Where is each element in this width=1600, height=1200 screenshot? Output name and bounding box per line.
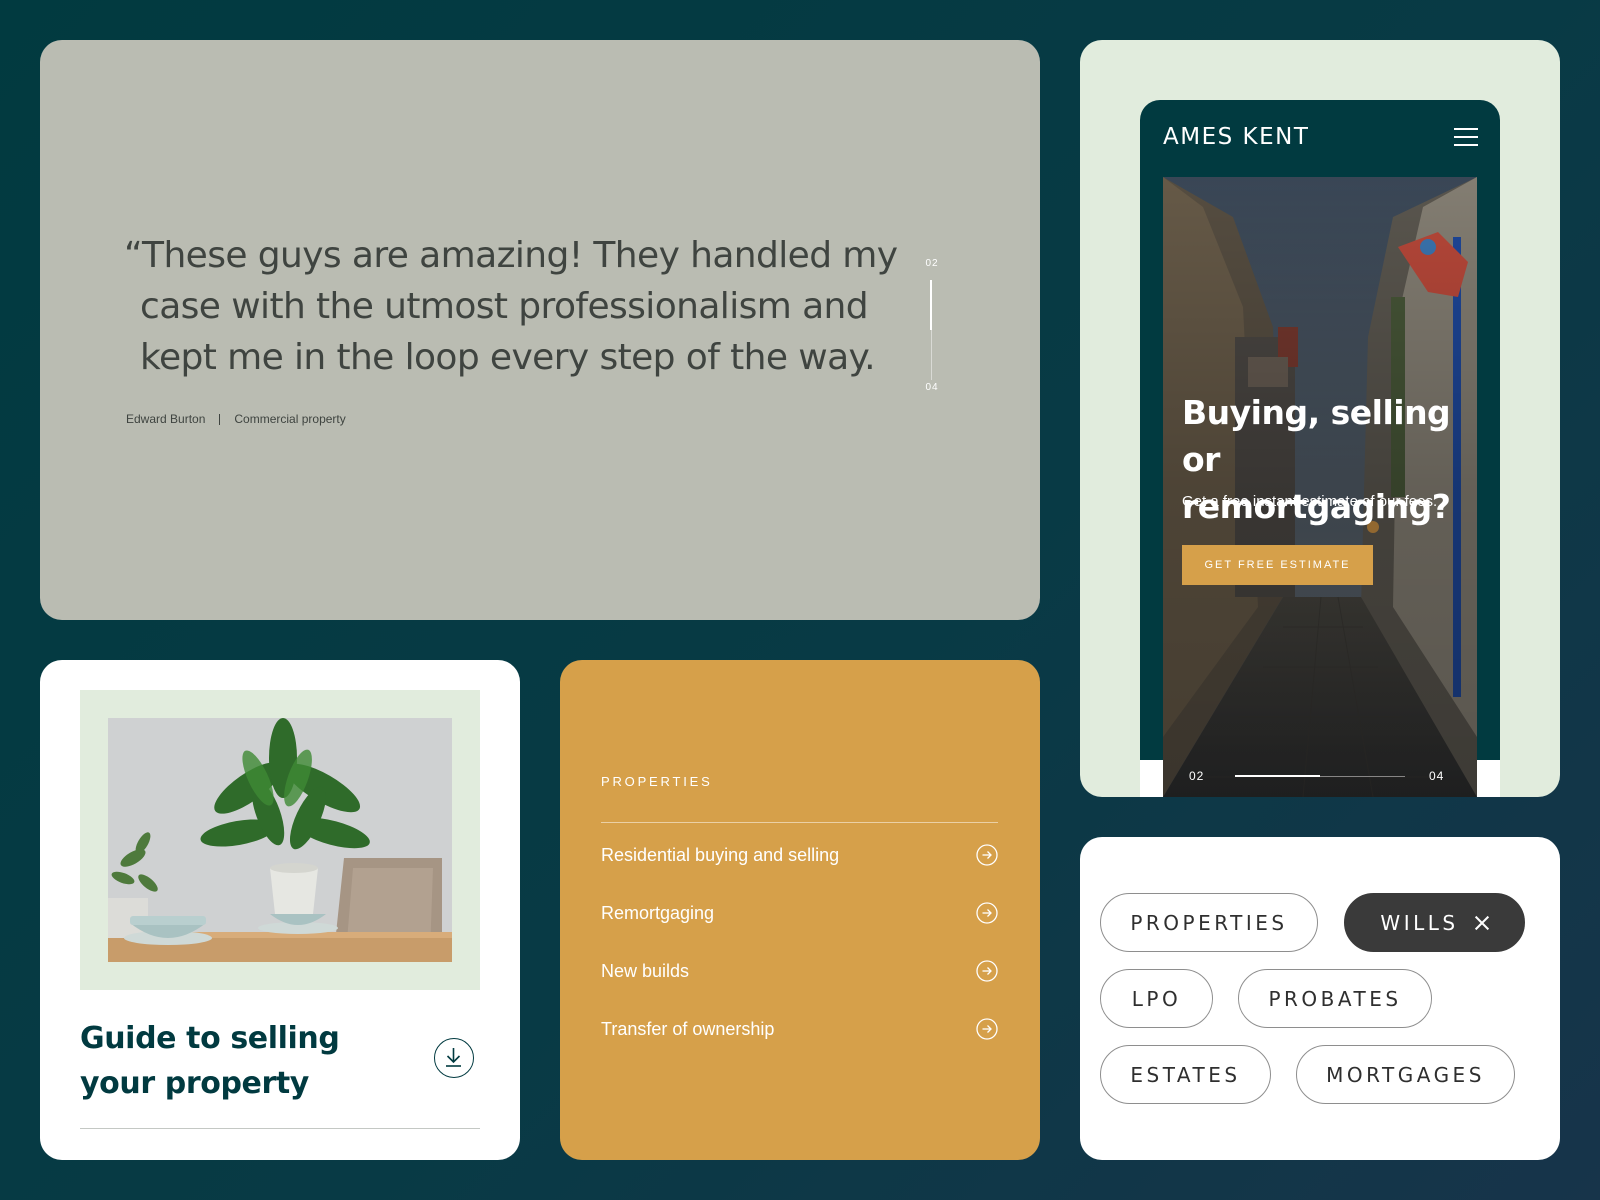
pager-current: 02 xyxy=(925,258,939,269)
properties-item-new-builds[interactable]: New builds xyxy=(601,959,1001,1017)
arrow-right-circle-icon[interactable] xyxy=(976,1018,998,1040)
tag-estates[interactable]: ESTATES xyxy=(1100,1045,1271,1104)
guide-title[interactable]: Guide to selling your property xyxy=(80,1016,400,1106)
arrow-right-circle-icon[interactable] xyxy=(976,902,998,924)
tag-label: PROBATES xyxy=(1268,986,1402,1011)
properties-item-remortgaging[interactable]: Remortgaging xyxy=(601,901,1001,959)
tag-label: MORTGAGES xyxy=(1326,1062,1485,1087)
hamburger-icon[interactable] xyxy=(1454,128,1478,146)
properties-item-label: Remortgaging xyxy=(601,903,715,923)
properties-list: Residential buying and selling Remortgag… xyxy=(601,843,1001,1075)
mobile-preview-card: AMES KENT Buying, selling or remortgagin… xyxy=(1080,40,1560,797)
guide-card[interactable]: Guide to selling your property xyxy=(40,660,520,1160)
tag-properties[interactable]: PROPERTIES xyxy=(1100,893,1318,952)
close-icon[interactable] xyxy=(1475,916,1489,930)
testimonial-author: Edward Burton xyxy=(126,412,206,426)
meta-divider xyxy=(219,413,221,425)
properties-divider xyxy=(601,822,998,823)
guide-image-frame xyxy=(80,690,480,990)
download-icon[interactable] xyxy=(434,1038,474,1078)
tag-label: WILLS xyxy=(1380,910,1459,935)
testimonial-pager[interactable]: 02 04 xyxy=(922,258,942,398)
testimonial-quote: “These guys are amazing! They handled my… xyxy=(124,235,898,378)
pager-progress xyxy=(930,280,932,330)
tag-label: ESTATES xyxy=(1130,1062,1241,1087)
testimonial-category: Commercial property xyxy=(234,412,346,426)
hero-pager-total: 04 xyxy=(1429,769,1445,783)
hero-subtext: Get a free instant estimate of our fees. xyxy=(1182,493,1438,510)
pager-total: 04 xyxy=(925,382,939,393)
tag-probates[interactable]: PROBATES xyxy=(1238,969,1432,1028)
guide-divider xyxy=(80,1128,480,1129)
properties-item-residential[interactable]: Residential buying and selling xyxy=(601,843,1001,901)
hero-pager-current: 02 xyxy=(1189,769,1205,783)
properties-item-transfer[interactable]: Transfer of ownership xyxy=(601,1017,1001,1075)
tag-label: PROPERTIES xyxy=(1130,910,1288,935)
properties-heading: PROPERTIES xyxy=(601,774,713,789)
hero-pager[interactable]: 02 04 xyxy=(1163,767,1477,787)
properties-item-label: Residential buying and selling xyxy=(601,845,840,865)
plant-photo xyxy=(108,718,452,962)
tag-label: LPO xyxy=(1131,986,1182,1011)
arrow-right-circle-icon[interactable] xyxy=(976,960,998,982)
brand-logo[interactable]: AMES KENT xyxy=(1163,124,1309,150)
testimonial-meta: Edward Burton Commercial property xyxy=(126,412,346,426)
tag-wills[interactable]: WILLS xyxy=(1344,893,1525,952)
properties-item-label: New builds xyxy=(601,961,690,981)
arrow-right-circle-icon[interactable] xyxy=(976,844,998,866)
tag-lpo[interactable]: LPO xyxy=(1100,969,1213,1028)
tag-mortgages[interactable]: MORTGAGES xyxy=(1296,1045,1515,1104)
hero-banner: Buying, selling or remortgaging? Get a f… xyxy=(1163,177,1477,797)
testimonial-card: “These guys are amazing! They handled my… xyxy=(40,40,1040,620)
get-free-estimate-button[interactable]: GET FREE ESTIMATE xyxy=(1182,545,1373,585)
phone-mockup: AMES KENT Buying, selling or remortgagin… xyxy=(1140,100,1500,797)
filter-tags-card: PROPERTIES WILLS LPO PROBATES ESTATES MO… xyxy=(1080,837,1560,1160)
properties-menu-card: PROPERTIES Residential buying and sellin… xyxy=(560,660,1040,1160)
properties-item-label: Transfer of ownership xyxy=(601,1019,775,1039)
hero-pager-progress xyxy=(1235,775,1320,777)
